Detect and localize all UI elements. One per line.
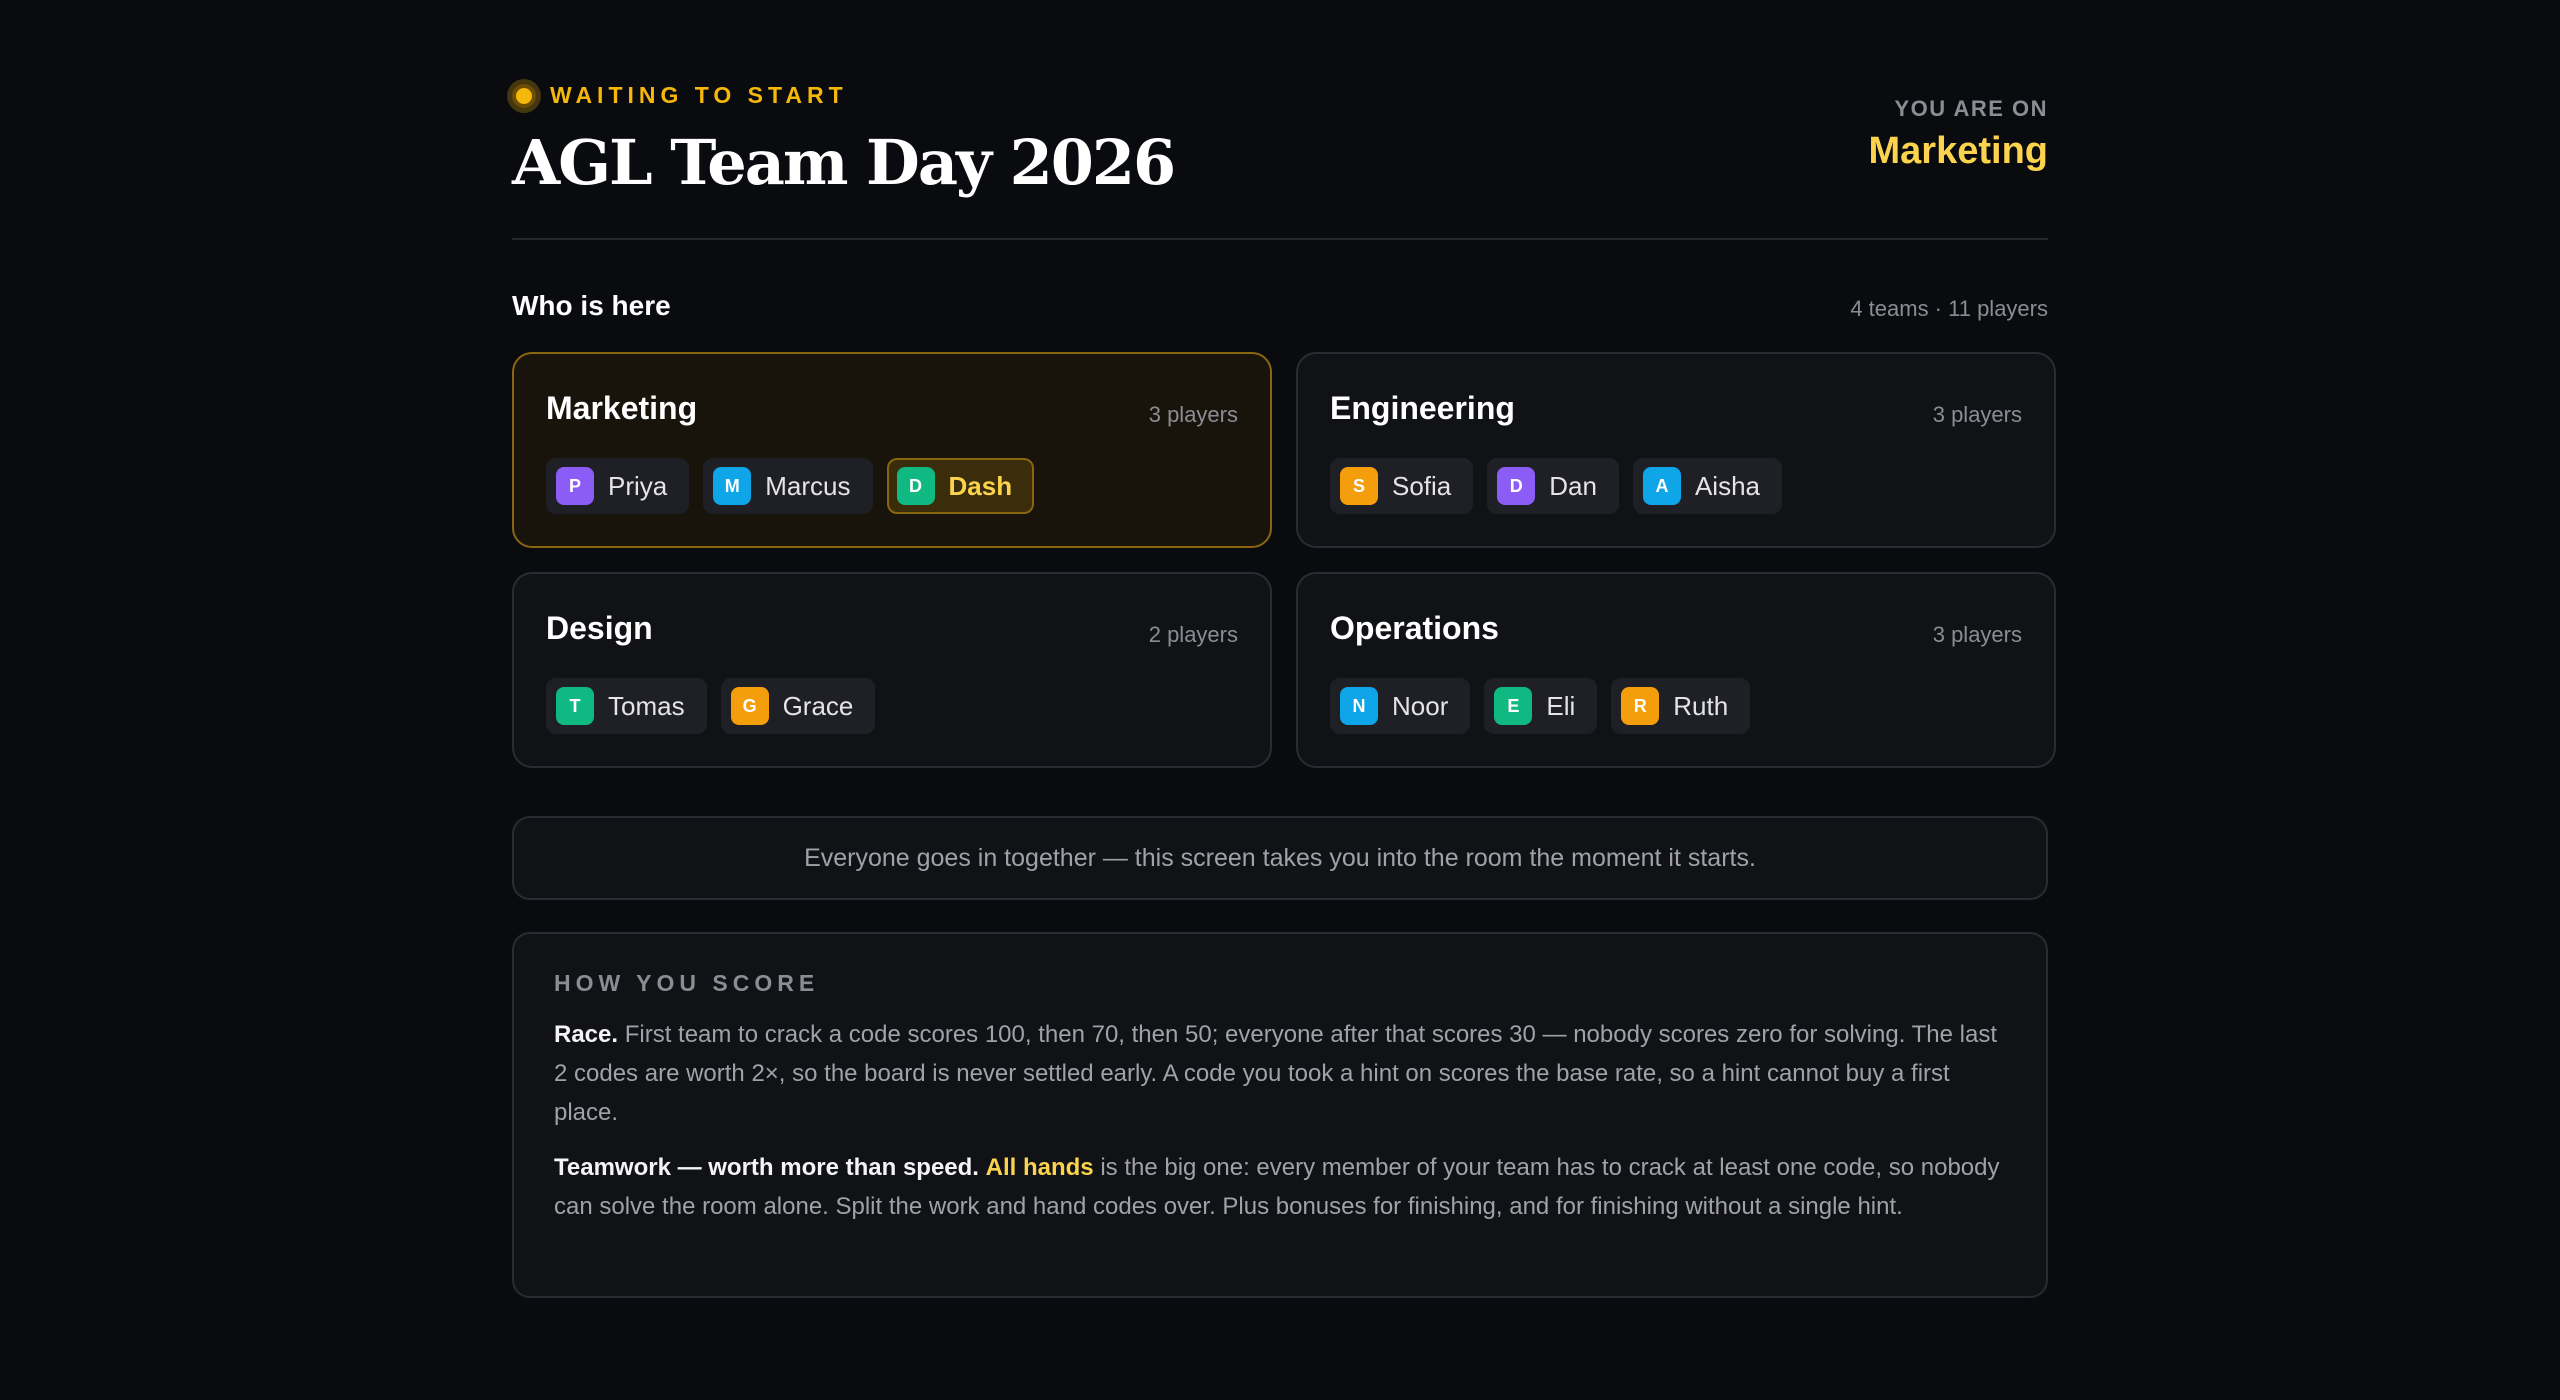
player-chip: E Eli (1484, 678, 1598, 734)
team-player-count: 3 players (1932, 402, 2022, 427)
player-name: Ruth (1673, 690, 1729, 721)
avatar: R (1621, 687, 1660, 725)
team-grid: Marketing 3 players P Priya M Marcus D Dash Engi… (512, 352, 2056, 768)
player-chip: D Dan (1487, 458, 1619, 514)
player-name: Priya (608, 470, 668, 501)
team-player-count: 2 players (1148, 622, 1238, 647)
team-name: Design (546, 610, 653, 646)
all-hands-highlight: All hands (985, 1154, 1094, 1181)
player-chip: N Noor (1330, 678, 1471, 734)
player-name: Sofia (1392, 470, 1452, 501)
player-chip: P Priya (546, 458, 690, 514)
team-name: Marketing (546, 390, 698, 426)
you-are-on-label: YOU ARE ON (1894, 96, 2048, 121)
team-card-design: Design 2 players T Tomas G Grace (512, 572, 1272, 768)
player-list: T Tomas G Grace (546, 678, 876, 734)
teamwork-label: Teamwork — worth more than speed. (554, 1154, 979, 1181)
avatar: D (896, 467, 935, 505)
info-banner: Everyone goes in together — this screen … (512, 816, 2048, 900)
player-name: Tomas (608, 690, 685, 721)
status-indicator: WAITING TO START (512, 82, 848, 109)
player-list: P Priya M Marcus D Dash (546, 458, 1035, 514)
player-name: Eli (1546, 690, 1576, 721)
lobby-page: WAITING TO START AGL Team Day 2026 YOU A… (512, 0, 2056, 1298)
team-player-count: 3 players (1932, 622, 2022, 647)
page-title: AGL Team Day 2026 (512, 126, 1176, 199)
player-chip: T Tomas (546, 678, 707, 734)
status-dot-icon (512, 83, 536, 108)
player-chip: A Aisha (1632, 458, 1783, 514)
race-rule: Race. First team to crack a code scores … (554, 1015, 2006, 1132)
player-name: Marcus (765, 470, 851, 501)
teamwork-rule: Teamwork — worth more than speed. All ha… (554, 1148, 2006, 1226)
player-name: Aisha (1694, 470, 1761, 501)
player-chip: S Sofia (1330, 458, 1474, 514)
race-text: First team to crack a code scores 100, t… (554, 1021, 1997, 1126)
player-chip: R Ruth (1611, 678, 1751, 734)
avatar: P (556, 467, 594, 505)
team-card-operations: Operations 3 players N Noor E Eli R Ruth (1296, 572, 2056, 768)
status-text: WAITING TO START (550, 82, 848, 108)
your-team-name: Marketing (1868, 130, 2048, 172)
scoring-heading: HOW YOU SCORE (554, 970, 820, 996)
roster-summary: 4 teams · 11 players (1850, 296, 2048, 321)
race-label: Race. (554, 1021, 619, 1048)
team-card-marketing: Marketing 3 players P Priya M Marcus D Dash (512, 352, 1272, 548)
team-card-engineering: Engineering 3 players S Sofia D Dan A Aisha (1296, 352, 2056, 548)
avatar: E (1494, 687, 1533, 725)
avatar: N (1340, 687, 1378, 725)
roster-heading: Who is here (512, 290, 671, 321)
team-player-count: 3 players (1148, 402, 1238, 427)
player-name: Noor (1392, 690, 1449, 721)
player-chip: G Grace (720, 678, 876, 734)
player-list: N Noor E Eli R Ruth (1330, 678, 1751, 734)
header: WAITING TO START AGL Team Day 2026 YOU A… (512, 0, 2048, 240)
scoring-panel: HOW YOU SCORE Race. First team to crack … (512, 932, 2048, 1298)
player-chip: M Marcus (703, 458, 873, 514)
team-name: Operations (1330, 610, 1499, 646)
avatar: A (1642, 467, 1681, 505)
team-name: Engineering (1330, 390, 1515, 426)
avatar: T (556, 687, 594, 725)
player-name: Dash (948, 470, 1013, 501)
player-chip: D Dash (886, 458, 1035, 514)
player-name: Grace (782, 690, 854, 721)
avatar: D (1497, 467, 1536, 505)
avatar: G (730, 687, 769, 725)
avatar: S (1340, 467, 1378, 505)
avatar: M (713, 467, 752, 505)
player-name: Dan (1549, 470, 1597, 501)
player-list: S Sofia D Dan A Aisha (1330, 458, 1783, 514)
roster-header: Who is here 4 teams · 11 players (512, 240, 2048, 352)
